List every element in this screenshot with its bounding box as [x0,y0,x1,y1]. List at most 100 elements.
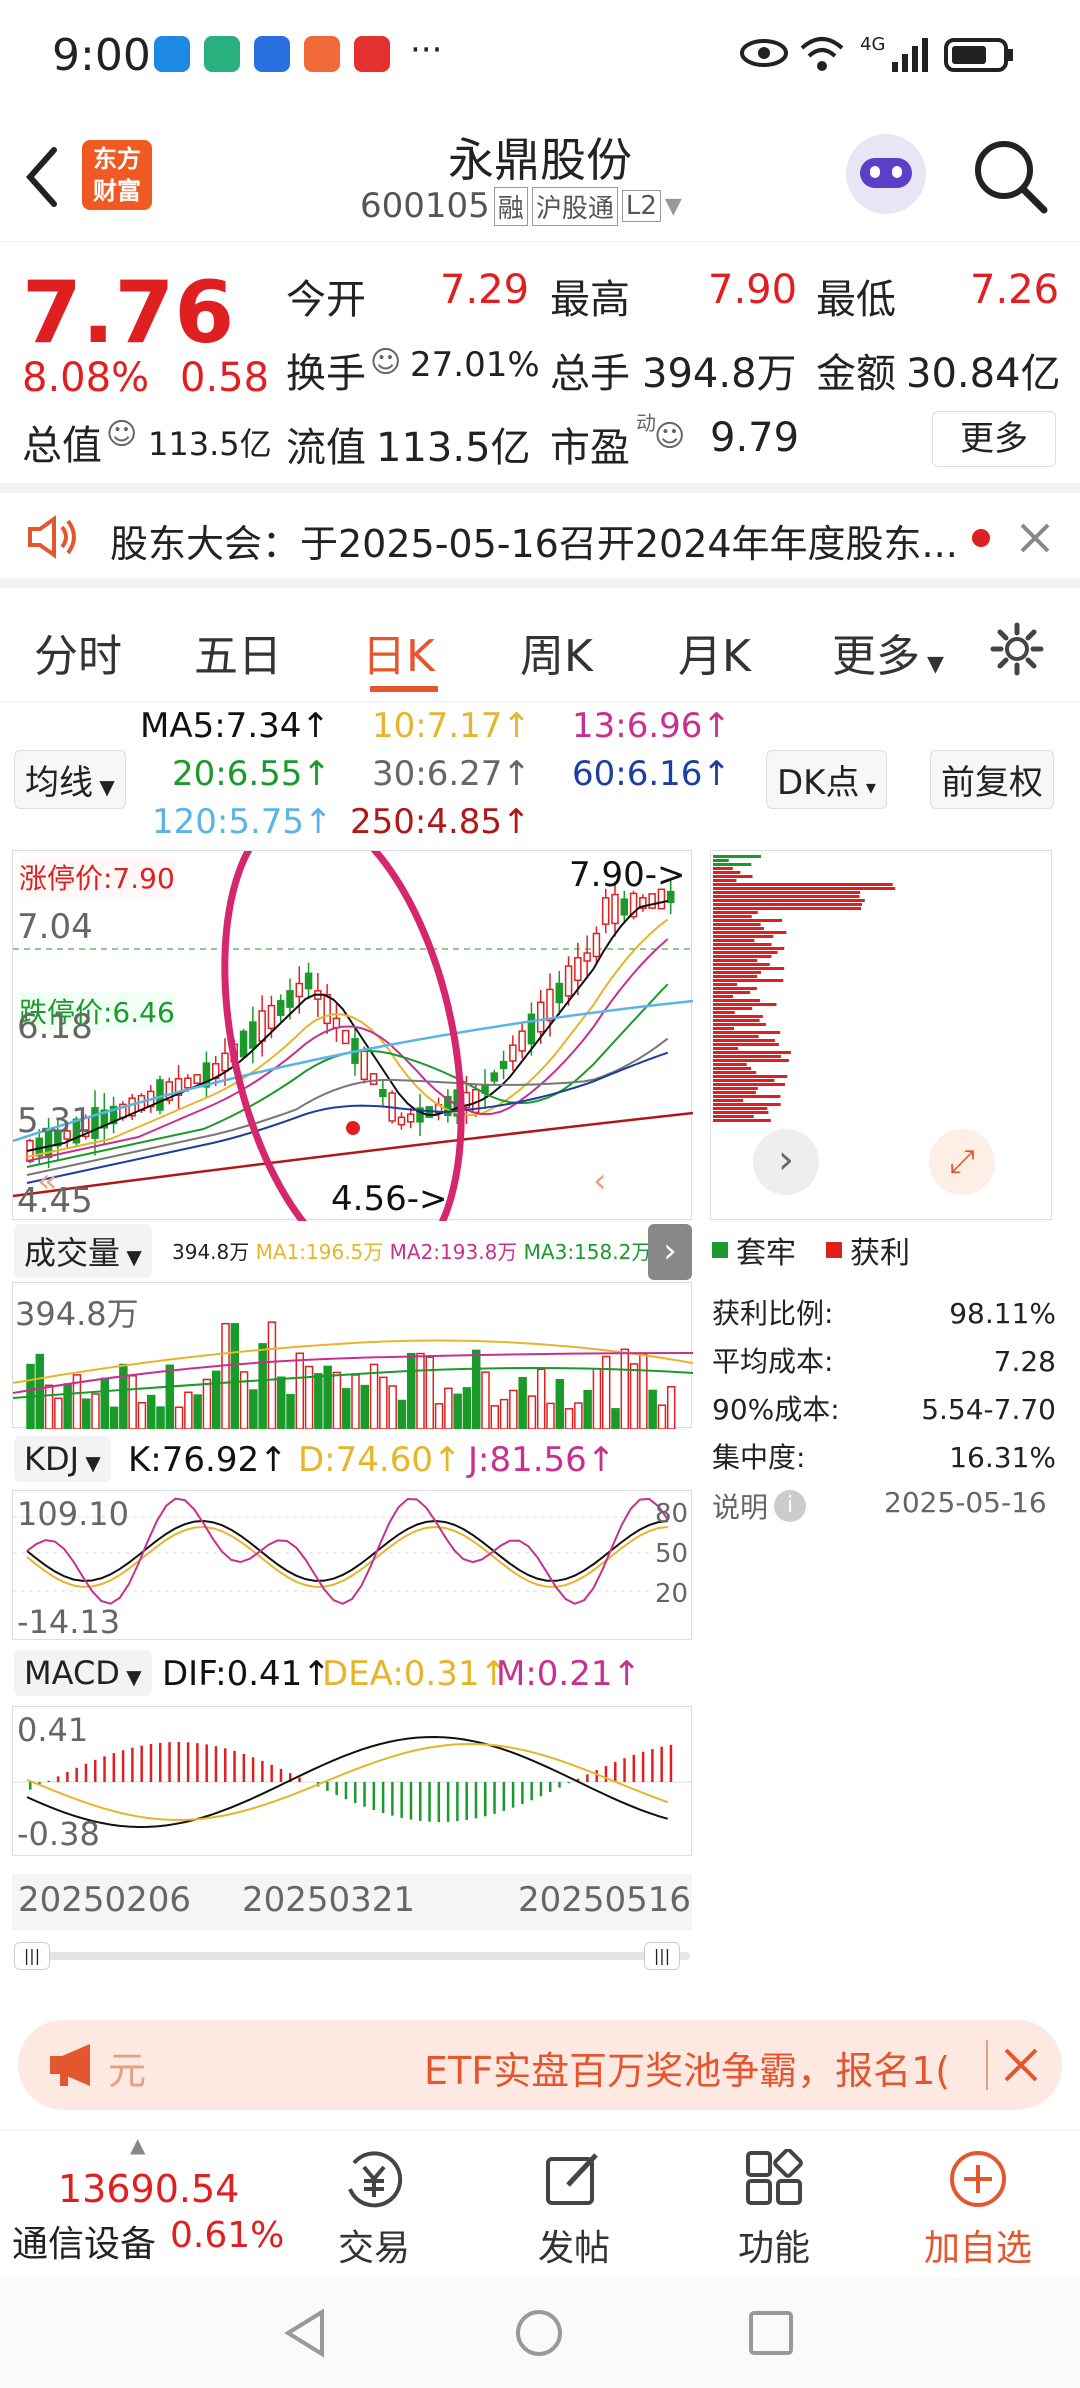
volume-bar [601,1355,611,1429]
volume-bar [481,1371,490,1429]
info-icon[interactable]: ☺ [654,419,685,454]
notice-bar[interactable]: 股东大会：于2025-05-16召开2024年年度股东... [0,493,1080,588]
macd-histogram-bar [521,1782,524,1805]
volume-bar [351,1374,360,1429]
tab-five-day[interactable]: 五日 [194,620,282,684]
range-handle-left[interactable]: ||| [14,1942,50,1970]
chip-bar [713,1059,789,1062]
chevron-right-icon[interactable]: › [753,1129,819,1195]
chip-bar [713,855,761,858]
volume-bar [221,1322,230,1429]
adjust-button[interactable]: 前复权 [930,750,1054,809]
ma13-value: 13:6.96↑ [572,706,731,746]
kdj-selector[interactable]: KDJ ▼ [14,1436,111,1482]
low-label: 最低 [816,277,896,323]
tab-monthly-k[interactable]: 月K [678,620,751,684]
close-icon[interactable] [1018,521,1052,555]
candle-body [648,893,656,909]
battery-icon [944,38,1013,72]
chip-bar [713,907,862,910]
legend-swatch [826,1242,842,1258]
volume-panel[interactable]: 394.8万 [12,1282,693,1429]
chip-panel[interactable]: › ⤢ [710,850,1052,1220]
dk-point-button[interactable]: DK点 ▾ [766,750,887,809]
info-icon[interactable]: ☺ [106,417,137,452]
scroll-left-icon[interactable]: « [37,1161,58,1201]
collapse-arrow-icon[interactable]: ▲ [130,2133,145,2157]
chip-bar [713,1083,786,1086]
volume-bar [490,1405,500,1429]
kdj-d-line [26,1525,668,1588]
amount-value: 30.84亿 [906,351,1061,397]
macd-histogram-bar [511,1782,515,1808]
volume-bar [119,1363,128,1429]
function-button[interactable]: 功能 [704,2148,844,2271]
back-triangle-icon[interactable] [282,2308,332,2358]
chip-distribution: › ⤢ 套牢 获利 获利比例: 98.11% 平均成本: 7.28 90%成本: 5.… [708,850,1070,1550]
post-button[interactable]: 发帖 [504,2149,644,2271]
chip-stats: 获利比例: 98.11% 平均成本: 7.28 90%成本: 5.54-7.70 集中… [712,1290,1056,1482]
tab-daily-k[interactable]: 日K [362,620,435,684]
stat-value: 98.11% [949,1297,1056,1330]
assistant-robot-icon[interactable] [846,134,926,214]
volume-bar [304,1365,314,1429]
promo-banner[interactable]: 元 ETF实盘百万奖池争霸，报名1( [18,2020,1062,2110]
volume-bar [314,1373,323,1429]
date-label: 20250516 [518,1880,692,1920]
search-icon[interactable] [972,138,1048,214]
macd-panel[interactable]: 0.41 -0.38 [12,1706,693,1856]
tab-more[interactable]: 更多 ▼ [832,620,944,684]
macd-histogram-bar [186,1742,190,1782]
home-circle-icon[interactable] [514,2308,564,2358]
tab-weekly-k[interactable]: 周K [520,620,593,684]
volume-bar [546,1402,555,1429]
chip-bar [713,963,770,966]
pe-sup: 动 [636,411,656,435]
macd-selector[interactable]: MACD ▼ [14,1650,152,1696]
scroll-right-icon[interactable]: ‹ [593,1161,607,1201]
volume-bar [527,1395,537,1429]
tab-intraday[interactable]: 分时 [34,620,122,684]
chip-bar [713,1019,760,1022]
close-icon[interactable] [1002,2046,1040,2084]
chip-bar [713,859,729,862]
y-axis-label: 6.18 [17,1007,93,1047]
chip-bar [713,879,737,882]
chip-bar [713,951,778,954]
macd-histogram-bar [446,1782,450,1822]
expand-icon[interactable]: ⤢ [929,1129,995,1195]
kline-chart-area[interactable]: 涨停价:7.90 7.04 跌停价:6.46 6.18 5.31 4.45 7.… [12,850,693,1970]
range-scrollbar[interactable] [14,1952,690,1960]
trade-button[interactable]: 交易 [304,2149,444,2271]
app-notification-icon [354,36,390,72]
kline-panel[interactable]: 涨停价:7.90 7.04 跌停价:6.46 6.18 5.31 4.45 7.… [12,850,693,1221]
chip-note[interactable]: 说明 i [712,1486,807,1526]
add-watchlist-button[interactable]: 加自选 [908,2149,1048,2271]
settings-gear-icon[interactable] [990,622,1044,676]
kdj-level-20: 20 [655,1579,689,1609]
ma-selector[interactable]: 均线 ▼ [14,750,126,809]
index-name[interactable]: 通信设备 [12,2215,156,2267]
kdj-panel[interactable]: 109.10 -14.13 80 50 20 [12,1490,692,1641]
expand-panel-button[interactable]: › [648,1224,692,1280]
app-notification-icon [154,36,190,72]
volume-selector[interactable]: 成交量 ▼ [14,1224,152,1278]
dropdown-icon[interactable]: ▼ [665,194,682,219]
index-percent: 0.61% [170,2215,285,2256]
more-button[interactable]: 更多 [932,411,1056,467]
low-marker: 4.56-> [331,1179,448,1219]
macd-dif-value: DIF:0.41↑ [162,1654,331,1694]
macd-histogram-bar [437,1782,441,1822]
kdj-j-value: J:81.56↑ [468,1440,616,1480]
tab-more-label: 更多 [832,631,920,682]
macd-histogram-bar [530,1782,533,1801]
candle-body [360,1049,369,1081]
macd-histogram-bar [233,1750,236,1782]
macd-histogram-bar [474,1782,478,1819]
recents-square-icon[interactable] [746,2308,796,2358]
macd-histogram-bar [261,1760,264,1782]
macd-histogram-bar [326,1782,329,1791]
index-value[interactable]: 13690.54 [58,2167,239,2211]
range-handle-right[interactable]: ||| [644,1942,680,1970]
info-icon[interactable]: ☺ [370,345,401,380]
